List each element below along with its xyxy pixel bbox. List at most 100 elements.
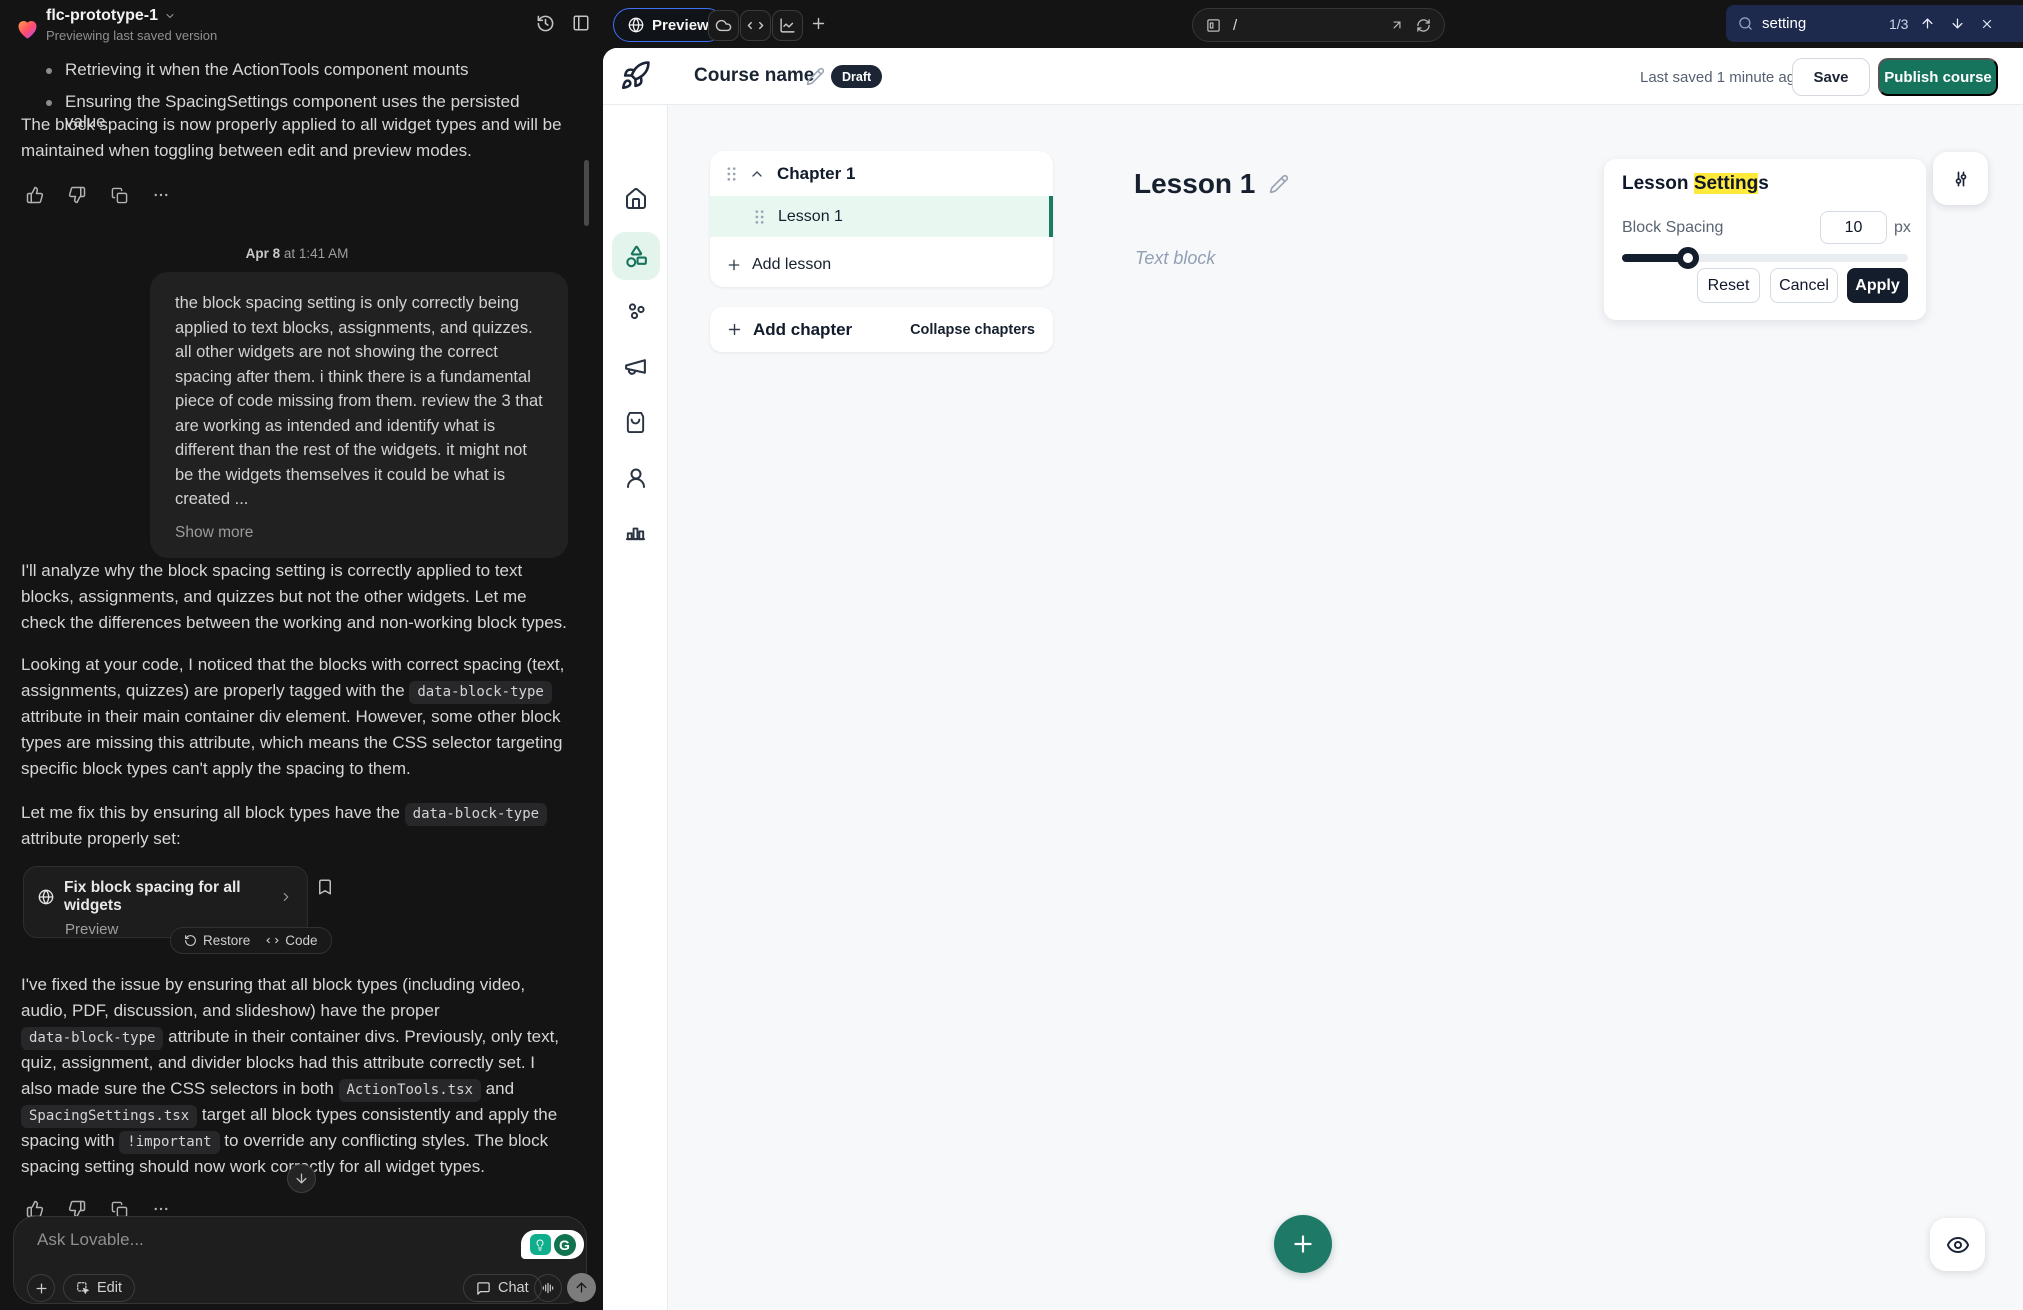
attach-plus-icon[interactable] — [27, 1274, 55, 1302]
find-previous-icon[interactable] — [1917, 16, 1938, 31]
panel-layout-icon[interactable] — [572, 14, 590, 32]
match-count: 1/3 — [1889, 16, 1908, 32]
reset-button[interactable]: Reset — [1697, 268, 1760, 303]
close-find-icon[interactable] — [1977, 17, 1997, 31]
user-message-text: the block spacing setting is only correc… — [175, 291, 543, 512]
screen: flc-prototype-1 Previewing last saved ve… — [0, 0, 2023, 1310]
slider-thumb[interactable] — [1677, 247, 1699, 269]
edit-course-name-icon[interactable] — [806, 67, 825, 86]
add-chapter-button[interactable]: Add chapter — [753, 320, 852, 340]
app-header: Course name Draft Last saved 1 minute ag… — [603, 48, 2023, 105]
drag-handle-icon[interactable] — [726, 166, 737, 182]
show-more-link[interactable]: Show more — [175, 524, 543, 542]
sidebar-marketing-icon[interactable] — [603, 354, 668, 379]
code-button[interactable]: Code — [266, 933, 317, 948]
grammarly-icon: G — [554, 1234, 576, 1256]
empty-text-block[interactable]: Text block — [1135, 248, 1215, 269]
code-icon[interactable] — [740, 10, 771, 41]
more-options-icon[interactable] — [150, 184, 172, 206]
sidebar-community-icon[interactable] — [603, 299, 668, 323]
settings-title: Lesson Settings — [1622, 173, 1769, 195]
thumbs-up-icon[interactable] — [24, 184, 46, 206]
search-icon — [1738, 16, 1753, 31]
device-frame-icon — [1206, 18, 1221, 33]
lesson-heading: Lesson 1 — [1134, 168, 1289, 200]
chat-panel: Retrieving it when the ActionTools compo… — [0, 46, 594, 1310]
assistant-paragraph: I've fixed the issue by ensuring that al… — [21, 972, 567, 1180]
url-bar[interactable]: / — [1192, 8, 1445, 42]
apply-button[interactable]: Apply — [1847, 268, 1908, 303]
add-block-fab[interactable] — [1274, 1215, 1332, 1273]
inline-code: ActionTools.tsx — [339, 1079, 481, 1102]
sidebar-analytics-icon[interactable] — [603, 519, 668, 542]
cloud-icon[interactable] — [708, 10, 739, 41]
publish-course-button[interactable]: Publish course — [1878, 58, 1998, 96]
grammarly-badge[interactable]: G — [521, 1230, 584, 1259]
open-external-icon[interactable] — [1390, 18, 1404, 32]
search-highlight: Setting — [1694, 173, 1758, 194]
collapse-chapters-button[interactable]: Collapse chapters — [910, 322, 1035, 338]
voice-input-icon[interactable] — [534, 1274, 562, 1302]
plus-icon — [726, 257, 742, 273]
drag-handle-icon[interactable] — [754, 209, 765, 225]
sidebar-store-icon[interactable] — [603, 411, 668, 434]
timestamp: Apr 8 at 1:41 AM — [0, 246, 594, 261]
send-button[interactable] — [567, 1273, 596, 1302]
thumbs-down-icon[interactable] — [66, 184, 88, 206]
chapter-header: Chapter 1 — [710, 151, 1053, 196]
scroll-to-bottom-button[interactable] — [287, 1164, 316, 1193]
assistant-paragraph: Let me fix this by ensuring all block ty… — [21, 800, 567, 852]
refresh-icon[interactable] — [1416, 18, 1431, 33]
inline-code: data-block-type — [21, 1027, 163, 1050]
version-actions: Restore Code — [170, 927, 332, 954]
inline-code: data-block-type — [409, 681, 551, 704]
unit-label: px — [1894, 219, 1911, 237]
suggestion-bulb-icon — [530, 1234, 551, 1255]
find-next-icon[interactable] — [1947, 16, 1968, 31]
edit-lesson-title-icon[interactable] — [1269, 174, 1289, 194]
project-status: Previewing last saved version — [46, 28, 217, 43]
course-title: Course name — [694, 65, 814, 87]
url-path: / — [1233, 17, 1378, 34]
add-tab-icon[interactable] — [810, 15, 827, 32]
list-item: Retrieving it when the ActionTools compo… — [46, 60, 556, 80]
project-selector[interactable]: flc-prototype-1 — [46, 7, 176, 25]
copy-icon[interactable] — [108, 184, 130, 206]
chat-composer[interactable]: G Edit Chat — [13, 1216, 587, 1304]
sidebar-content-icon[interactable] — [612, 232, 660, 280]
collapse-chapter-icon[interactable] — [749, 166, 765, 182]
inline-code: !important — [119, 1131, 219, 1154]
settings-sliders-button[interactable] — [1933, 152, 1988, 205]
sidebar-profile-icon[interactable] — [603, 466, 668, 490]
sidebar-home-icon[interactable] — [603, 187, 668, 211]
block-spacing-label: Block Spacing — [1622, 219, 1723, 237]
restore-button[interactable]: Restore — [184, 933, 250, 948]
globe-icon — [628, 17, 644, 33]
chapter-card: Chapter 1 Lesson 1 Add lesson — [710, 151, 1053, 287]
add-lesson-button[interactable]: Add lesson — [710, 243, 1053, 287]
block-spacing-input[interactable]: 10 — [1820, 211, 1887, 244]
lesson-item-selected[interactable]: Lesson 1 — [710, 196, 1053, 237]
globe-icon — [38, 889, 54, 905]
chevron-right-icon — [279, 890, 293, 904]
find-input[interactable] — [1762, 15, 1880, 32]
add-chapter-bar: Add chapter Collapse chapters — [710, 307, 1053, 352]
chat-input[interactable] — [37, 1230, 417, 1250]
preview-eye-button[interactable] — [1930, 1218, 1985, 1271]
block-spacing-slider[interactable] — [1622, 254, 1908, 262]
find-in-page-bar: 1/3 — [1726, 5, 2023, 42]
edit-mode-button[interactable]: Edit — [63, 1274, 135, 1302]
app-sidebar — [603, 105, 668, 1310]
plus-icon — [726, 321, 743, 338]
message-actions — [24, 184, 172, 206]
bookmark-icon[interactable] — [316, 878, 334, 896]
cancel-button[interactable]: Cancel — [1770, 268, 1838, 303]
assistant-paragraph: The block spacing is now properly applie… — [21, 112, 567, 164]
save-button[interactable]: Save — [1792, 58, 1870, 96]
chat-scrollbar[interactable] — [584, 160, 589, 226]
history-icon[interactable] — [536, 14, 555, 33]
analytics-icon[interactable] — [772, 10, 803, 41]
app-preview-window: Course name Draft Last saved 1 minute ag… — [603, 48, 2023, 1310]
chat-mode-button[interactable]: Chat — [463, 1274, 542, 1302]
lesson-settings-panel: Lesson Settings Block Spacing 10 px Rese… — [1604, 159, 1926, 320]
